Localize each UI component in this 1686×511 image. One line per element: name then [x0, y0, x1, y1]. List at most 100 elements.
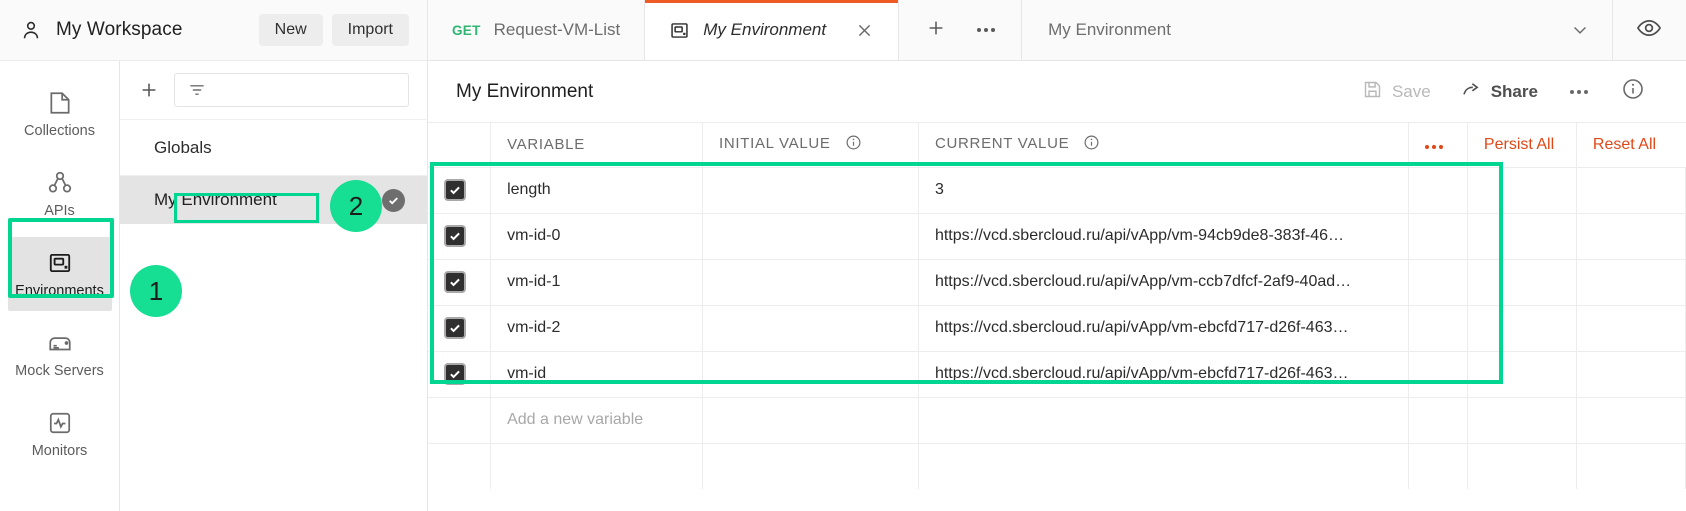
row-spacer [1408, 167, 1468, 214]
info-icon [1621, 77, 1645, 106]
mock-servers-icon [47, 330, 73, 356]
row-checkbox-cell[interactable] [428, 167, 492, 214]
table-header-select-all [428, 123, 492, 168]
nav-rail: Collections APIs Environments Mock Serve… [0, 61, 120, 511]
close-icon[interactable] [855, 21, 874, 40]
table-row[interactable]: vm-id https://vcd.sbercloud.ru/api/vApp/… [428, 351, 1686, 398]
left-body: Collections APIs Environments Mock Serve… [0, 61, 427, 511]
table-bulk-edit-button[interactable] [1408, 123, 1468, 168]
info-icon[interactable] [845, 135, 862, 155]
sidebar-item-label: Monitors [31, 442, 88, 459]
row-checkbox[interactable] [444, 179, 466, 201]
environment-icon [669, 20, 690, 41]
row-checkbox[interactable] [444, 317, 466, 339]
persist-all-button[interactable]: Persist All [1467, 123, 1577, 168]
initial-value[interactable] [702, 397, 919, 444]
new-tab-icon[interactable] [925, 17, 947, 44]
row-checkbox-cell[interactable] [428, 351, 492, 398]
table-filler-row [428, 443, 1686, 489]
current-value[interactable]: 3 [918, 167, 1410, 214]
environment-quick-look-button[interactable] [1611, 0, 1686, 60]
save-button[interactable]: Save [1362, 79, 1431, 105]
new-button[interactable]: New [258, 14, 323, 46]
row-spacer [1576, 351, 1686, 398]
tab-my-environment[interactable]: My Environment [645, 0, 900, 60]
sidebar-item-mock-servers[interactable]: Mock Servers [8, 317, 112, 391]
row-checkbox[interactable] [444, 271, 466, 293]
sidebar-item-collections[interactable]: Collections [8, 77, 112, 151]
current-value[interactable]: https://vcd.sbercloud.ru/api/vApp/vm-ebc… [918, 305, 1410, 352]
import-button[interactable]: Import [331, 14, 409, 46]
row-checkbox-cell[interactable] [428, 259, 492, 306]
row-checkbox-cell[interactable] [428, 213, 492, 260]
collections-icon [47, 90, 73, 116]
sidebar-item-environments[interactable]: Environments [7, 237, 112, 311]
share-button[interactable]: Share [1461, 79, 1538, 105]
sidebar-item-monitors[interactable]: Monitors [8, 397, 112, 471]
environment-more-icon[interactable] [1569, 89, 1588, 94]
variable-name[interactable]: length [490, 167, 703, 214]
check-circle-icon[interactable] [382, 188, 405, 212]
info-icon[interactable] [1083, 135, 1100, 155]
chevron-down-icon[interactable] [1570, 20, 1590, 40]
sidebar-item-label: Environments [15, 282, 104, 299]
monitors-icon [47, 410, 73, 436]
filter-icon [187, 80, 207, 100]
current-value[interactable] [918, 397, 1410, 444]
table-row[interactable]: length 3 [428, 167, 1686, 214]
add-new-variable-row[interactable]: Add a new variable [428, 397, 1686, 444]
variable-name[interactable]: vm-id-1 [490, 259, 703, 306]
table-header-initial-value: INITIAL VALUE [702, 123, 919, 168]
share-label: Share [1490, 81, 1538, 101]
apis-icon [47, 170, 73, 196]
initial-value[interactable] [702, 259, 919, 306]
variable-name[interactable]: vm-id [490, 351, 703, 398]
environment-filter-input[interactable] [215, 82, 396, 98]
row-checkbox[interactable] [444, 225, 466, 247]
row-spacer [1408, 213, 1468, 260]
row-spacer [1408, 397, 1468, 444]
row-spacer [1467, 443, 1577, 489]
row-checkbox-cell[interactable] [428, 305, 492, 352]
initial-value[interactable] [702, 351, 919, 398]
initial-value[interactable] [702, 213, 919, 260]
current-value[interactable]: https://vcd.sbercloud.ru/api/vApp/vm-94c… [918, 213, 1410, 260]
table-row[interactable]: vm-id-1 https://vcd.sbercloud.ru/api/vAp… [428, 259, 1686, 306]
table-header-variable: VARIABLE [490, 123, 703, 168]
reset-all-button[interactable]: Reset All [1576, 123, 1686, 168]
tab-method-label: GET [452, 22, 481, 38]
initial-value[interactable] [702, 167, 919, 214]
current-value[interactable]: https://vcd.sbercloud.ru/api/vApp/vm-ebc… [918, 351, 1410, 398]
row-checkbox[interactable] [444, 363, 466, 385]
globals-row[interactable]: Globals [120, 120, 427, 176]
row-spacer [1408, 259, 1468, 306]
add-new-variable-input[interactable]: Add a new variable [490, 397, 703, 444]
tab-label: My Environment [703, 20, 827, 39]
current-value[interactable]: https://vcd.sbercloud.ru/api/vApp/vm-ccb… [918, 259, 1410, 306]
environment-filter[interactable] [174, 73, 409, 107]
environment-selector[interactable]: My Environment [1022, 0, 1612, 60]
sidebar-item-label: Mock Servers [15, 362, 104, 379]
table-header-current-value: CURRENT VALUE [918, 123, 1410, 168]
tab-request-vm-list[interactable]: GET Request-VM-List [428, 0, 646, 60]
table-header-row: VARIABLE INITIAL VALUE CURRENT VALUE Per… [428, 123, 1686, 168]
row-spacer [1576, 259, 1686, 306]
user-icon [20, 19, 42, 41]
table-row[interactable]: vm-id-0 https://vcd.sbercloud.ru/api/vAp… [428, 213, 1686, 260]
documentation-info-button[interactable] [1602, 77, 1664, 106]
table-row[interactable]: vm-id-2 https://vcd.sbercloud.ru/api/vAp… [428, 305, 1686, 352]
row-spacer [1467, 167, 1577, 214]
page-title: My Environment [456, 80, 594, 102]
tab-more-icon[interactable] [977, 28, 996, 32]
row-spacer [1408, 305, 1468, 352]
variable-name[interactable]: vm-id-0 [490, 213, 703, 260]
variable-name[interactable]: vm-id-2 [490, 305, 703, 352]
variables-table-body: length 3 vm-id-0 https://vcd.sbercloud.r… [428, 167, 1686, 489]
initial-value[interactable] [702, 305, 919, 352]
create-environment-icon[interactable] [138, 79, 160, 101]
sidebar-item-apis[interactable]: APIs [8, 157, 112, 231]
row-spacer [1576, 213, 1686, 260]
annotation-badge-1: 1 [130, 265, 182, 317]
row-checkbox-cell [428, 397, 492, 444]
share-icon [1461, 79, 1482, 105]
